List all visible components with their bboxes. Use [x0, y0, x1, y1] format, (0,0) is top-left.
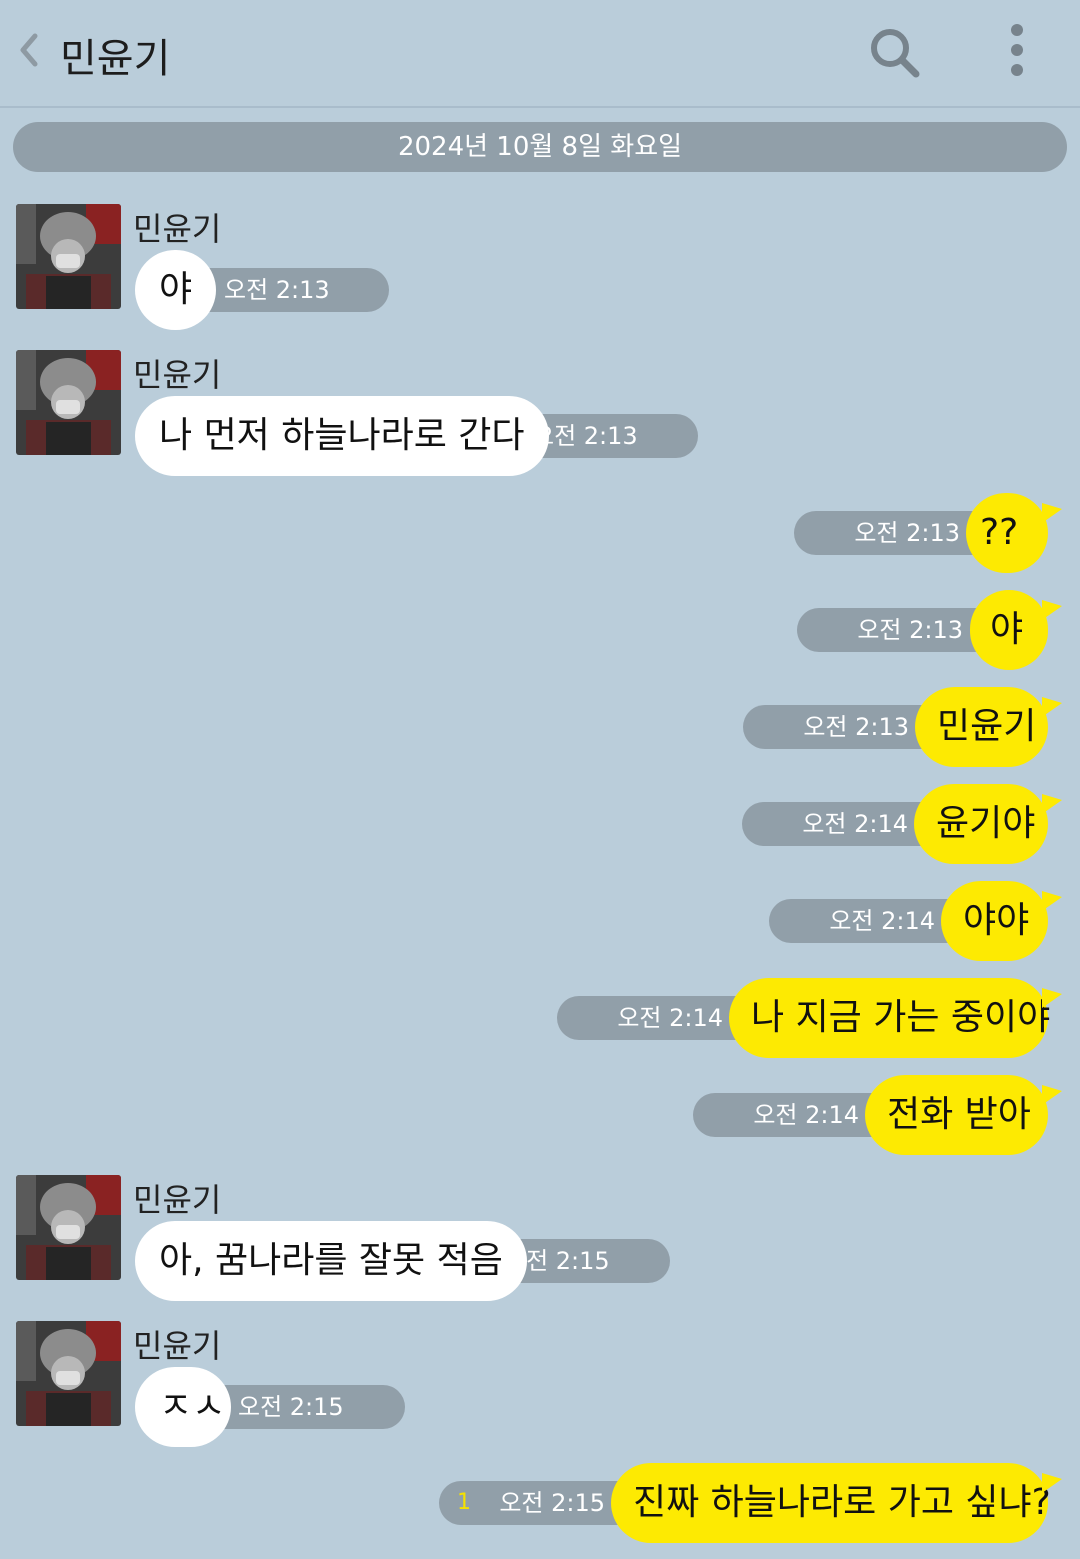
message-bubble[interactable]: 나 지금 가는 중이야	[729, 978, 1062, 1058]
search-icon[interactable]	[866, 24, 922, 80]
avatar[interactable]	[16, 1175, 121, 1280]
message-time: 오전 2:13	[794, 511, 994, 555]
sender-name: 민윤기	[133, 1327, 222, 1365]
chat-header: 민윤기	[0, 0, 1080, 108]
unread-count: 1	[457, 1490, 471, 1515]
message-time: 오전 2:13	[797, 608, 997, 652]
sender-name: 민윤기	[133, 210, 222, 248]
chevron-left-icon[interactable]	[16, 30, 40, 70]
avatar[interactable]	[16, 204, 121, 309]
message-bubble[interactable]: 아, 꿈나라를 잘못 적음	[135, 1221, 527, 1301]
date-divider: 2024년 10월 8일 화요일	[13, 122, 1067, 172]
avatar[interactable]	[16, 1321, 121, 1426]
more-vertical-icon[interactable]	[1004, 22, 1030, 78]
message-bubble[interactable]: 나 먼저 하늘나라로 간다	[135, 396, 549, 476]
message-bubble[interactable]: 야야	[941, 881, 1062, 961]
message-bubble[interactable]: 진짜 하늘나라로 가고 싶냐?	[611, 1463, 1062, 1543]
message-bubble[interactable]: 민윤기	[915, 687, 1062, 767]
message-bubble[interactable]: 전화 받아	[865, 1075, 1062, 1155]
message-time-text: 오전 2:15	[499, 1489, 605, 1517]
message-bubble[interactable]: 윤기야	[914, 784, 1062, 864]
message-time: 1 오전 2:15	[439, 1481, 639, 1525]
sender-name: 민윤기	[133, 356, 222, 394]
message-bubble[interactable]: 야	[135, 250, 217, 330]
message-bubble[interactable]: ??	[966, 493, 1062, 573]
avatar[interactable]	[16, 350, 121, 455]
message-bubble[interactable]: 야	[970, 590, 1062, 670]
message-bubble[interactable]: ㅈㅅ	[135, 1367, 231, 1447]
chat-title: 민윤기	[60, 36, 171, 82]
sender-name: 민윤기	[133, 1181, 222, 1219]
